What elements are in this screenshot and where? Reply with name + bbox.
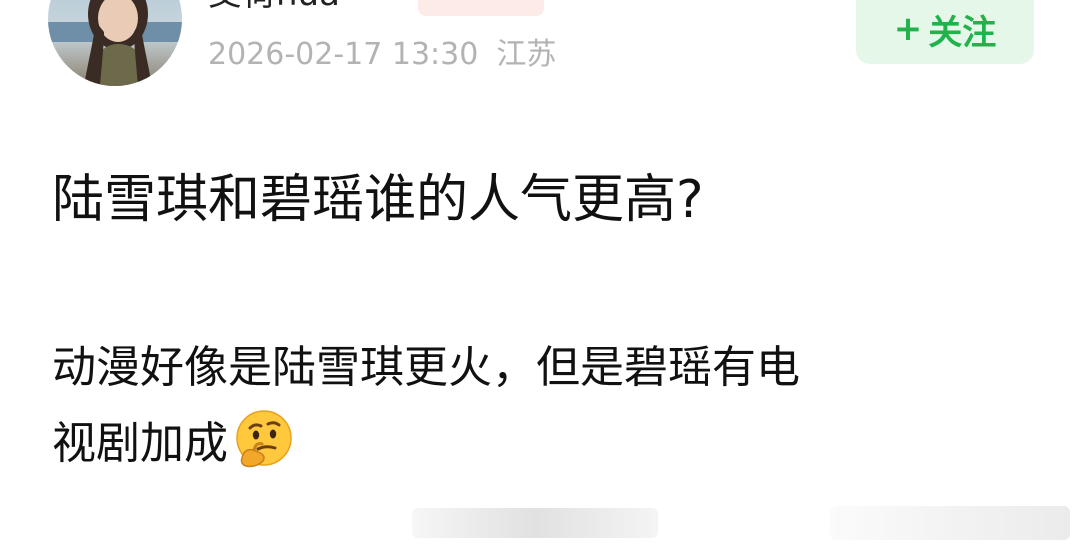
follow-button[interactable]: + 关注 bbox=[856, 0, 1034, 64]
watermark bbox=[412, 508, 658, 538]
avatar[interactable] bbox=[48, 0, 182, 86]
thinking-face-icon bbox=[232, 408, 296, 472]
post-date: 2026-02-17 13:30 bbox=[208, 37, 479, 72]
post-location: 江苏 bbox=[496, 37, 557, 72]
username[interactable]: 艾荷hua bbox=[208, 0, 340, 14]
plus-icon: + bbox=[893, 9, 923, 49]
post-body-text: 视剧加成 bbox=[52, 418, 228, 469]
avatar-photo bbox=[48, 0, 182, 86]
user-badge bbox=[418, 0, 544, 16]
post-body-line-2: 视剧加成 bbox=[52, 406, 1032, 482]
post-body: 动漫好像是陆雪琪更火，但是碧瑶有电 视剧加成 bbox=[52, 330, 1032, 482]
follow-label: 关注 bbox=[928, 12, 997, 53]
post-title: 陆雪琪和碧瑶谁的人气更高? bbox=[52, 170, 704, 230]
post-body-line: 动漫好像是陆雪琪更火，但是碧瑶有电 bbox=[52, 342, 800, 393]
post-meta: 2026-02-17 13:30 江苏 bbox=[208, 36, 556, 74]
watermark-right bbox=[830, 506, 1070, 540]
